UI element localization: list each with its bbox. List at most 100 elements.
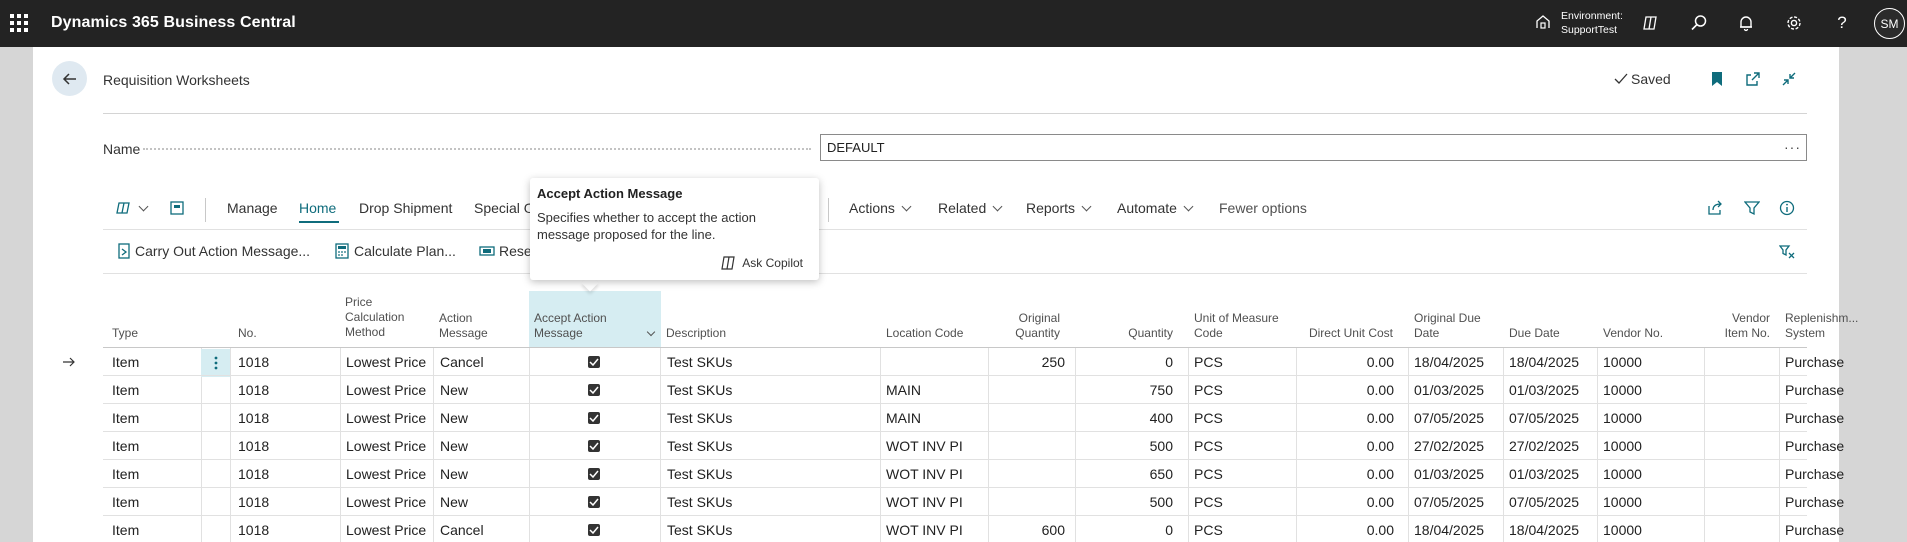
cell-no[interactable]: 1018 [238,432,269,460]
column-header-action-message[interactable]: Action Message [439,311,488,341]
cell-description[interactable]: Test SKUs [667,404,732,432]
cell-description[interactable]: Test SKUs [667,432,732,460]
cell-accept-checkbox[interactable] [588,432,600,460]
cell-replenishment[interactable]: Purchase [1785,376,1844,404]
cell-vendor-no[interactable]: 10000 [1603,432,1642,460]
cell-action-message[interactable]: Cancel [440,516,484,542]
cell-quantity[interactable]: 0 [1075,348,1173,376]
cell-uom[interactable]: PCS [1194,376,1223,404]
cell-price-method[interactable]: Lowest Price [346,432,426,460]
cell-quantity[interactable]: 500 [1075,488,1173,516]
cell-quantity[interactable]: 650 [1075,460,1173,488]
menu-automate[interactable]: Automate [1117,200,1194,216]
cell-accept-checkbox[interactable] [588,488,600,516]
name-field[interactable] [820,134,1807,161]
cell-due-date[interactable]: 01/03/2025 [1509,376,1579,404]
cell-quantity[interactable]: 400 [1075,404,1173,432]
cell-uom[interactable]: PCS [1194,516,1223,542]
cell-no[interactable]: 1018 [238,516,269,542]
cell-type[interactable]: Item [112,432,139,460]
cell-original-quantity[interactable] [988,404,1065,432]
cell-original-due-date[interactable]: 07/05/2025 [1414,404,1484,432]
cell-original-due-date[interactable]: 01/03/2025 [1414,376,1484,404]
cell-original-quantity[interactable]: 600 [988,516,1065,542]
cell-quantity[interactable]: 750 [1075,376,1173,404]
search-icon[interactable] [1688,12,1710,34]
cell-vendor-no[interactable]: 10000 [1603,376,1642,404]
cell-original-due-date[interactable]: 01/03/2025 [1414,460,1484,488]
environment-info[interactable]: Environment: SupportTest [1561,9,1623,37]
tab-drop-shipment[interactable]: Drop Shipment [359,200,452,216]
cell-price-method[interactable]: Lowest Price [346,516,426,542]
cell-original-due-date[interactable]: 18/04/2025 [1414,516,1484,542]
tab-manage[interactable]: Manage [227,200,278,216]
app-title[interactable]: Dynamics 365 Business Central [51,14,296,32]
bell-icon[interactable] [1735,12,1757,34]
environment-icon[interactable] [1535,14,1551,33]
cell-vendor-no[interactable]: 10000 [1603,348,1642,376]
cell-direct-cost[interactable]: 0.00 [1296,432,1394,460]
filter-icon[interactable] [1744,200,1760,216]
cell-description[interactable]: Test SKUs [667,488,732,516]
cell-original-quantity[interactable]: 250 [988,348,1065,376]
calculate-plan-button[interactable]: Calculate Plan... [334,243,456,259]
carry-out-action-message-button[interactable]: Carry Out Action Message... [117,243,310,259]
help-icon[interactable]: ? [1831,12,1853,34]
cell-replenishment[interactable]: Purchase [1785,488,1844,516]
cell-uom[interactable]: PCS [1194,404,1223,432]
cell-original-quantity[interactable] [988,376,1065,404]
cell-action-message[interactable]: New [440,432,468,460]
cell-due-date[interactable]: 01/03/2025 [1509,460,1579,488]
column-header-description[interactable]: Description [666,326,726,341]
cell-no[interactable]: 1018 [238,348,269,376]
cell-accept-checkbox[interactable] [588,460,600,488]
column-header-replenishment-system[interactable]: Replenishm... System [1785,311,1858,341]
cell-accept-checkbox[interactable] [588,348,600,376]
cell-quantity[interactable]: 0 [1075,516,1173,542]
cell-due-date[interactable]: 07/05/2025 [1509,404,1579,432]
cell-due-date[interactable]: 27/02/2025 [1509,432,1579,460]
cell-vendor-no[interactable]: 10000 [1603,460,1642,488]
cell-direct-cost[interactable]: 0.00 [1296,460,1394,488]
cell-location[interactable]: MAIN [886,376,921,404]
collapse-icon[interactable] [1779,69,1799,89]
cell-no[interactable]: 1018 [238,460,269,488]
cell-direct-cost[interactable]: 0.00 [1296,516,1394,542]
cell-uom[interactable]: PCS [1194,460,1223,488]
cell-original-quantity[interactable] [988,488,1065,516]
cell-type[interactable]: Item [112,516,139,542]
cell-direct-cost[interactable]: 0.00 [1296,404,1394,432]
cell-price-method[interactable]: Lowest Price [346,376,426,404]
fewer-options-button[interactable]: Fewer options [1219,200,1307,216]
table-row[interactable]: Item 1018 Lowest Price New Test SKUs WOT… [103,488,1844,516]
column-header-original-due-date[interactable]: Original Due Date [1414,311,1481,341]
cell-replenishment[interactable]: Purchase [1785,348,1844,376]
cell-no[interactable]: 1018 [238,488,269,516]
page-layout-button[interactable] [169,200,185,216]
cell-location[interactable]: WOT INV PI [886,460,963,488]
cell-accept-checkbox[interactable] [588,404,600,432]
cell-original-due-date[interactable]: 18/04/2025 [1414,348,1484,376]
name-lookup-button[interactable]: ··· [1784,139,1801,155]
cell-direct-cost[interactable]: 0.00 [1296,376,1394,404]
cell-action-message[interactable]: New [440,404,468,432]
cell-vendor-no[interactable]: 10000 [1603,516,1642,542]
copilot-icon[interactable] [1640,12,1662,34]
menu-related[interactable]: Related [938,200,1003,216]
bookmark-icon[interactable] [1707,69,1727,89]
cell-vendor-no[interactable]: 10000 [1603,404,1642,432]
cell-description[interactable]: Test SKUs [667,348,732,376]
cell-location[interactable]: MAIN [886,404,921,432]
cell-original-quantity[interactable] [988,432,1065,460]
cell-uom[interactable]: PCS [1194,348,1223,376]
cell-due-date[interactable]: 18/04/2025 [1509,516,1579,542]
column-header-location-code[interactable]: Location Code [886,326,963,341]
cell-description[interactable]: Test SKUs [667,460,732,488]
column-header-vendor-item-no[interactable]: Vendor Item No. [1710,311,1770,341]
cell-description[interactable]: Test SKUs [667,376,732,404]
ask-copilot-button[interactable]: Ask Copilot [721,256,803,270]
cell-type[interactable]: Item [112,404,139,432]
cell-uom[interactable]: PCS [1194,488,1223,516]
cell-accept-checkbox[interactable] [588,516,600,542]
table-row[interactable]: Item 1018 Lowest Price Cancel Test SKUs … [103,348,1844,376]
